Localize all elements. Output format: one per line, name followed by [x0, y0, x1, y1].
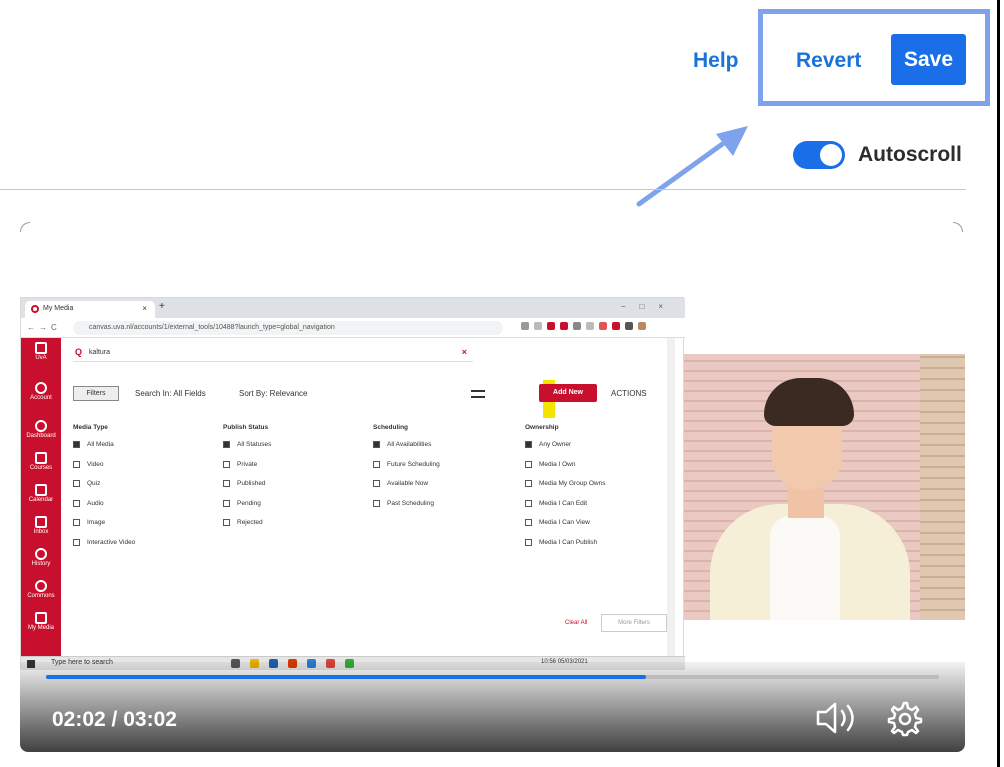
- filters-button: Filters: [73, 386, 119, 401]
- toggle-knob: [820, 144, 842, 166]
- canvas-sidebar: UvA Account Dashboard Courses Calendar I…: [21, 338, 61, 658]
- filter-option: Audio: [73, 499, 135, 520]
- filter-column-header: Scheduling: [373, 424, 409, 431]
- canvas-nav-my-media: My Media: [21, 612, 61, 631]
- filter-option: Past Scheduling: [373, 499, 440, 520]
- clear-all-link: Clear All: [565, 620, 588, 626]
- new-tab-icon: +: [159, 301, 165, 312]
- filter-column-publish-status: Publish Status All Statuses Private Publ…: [223, 424, 271, 539]
- callout-arrow-icon: [636, 126, 748, 207]
- help-link[interactable]: Help: [693, 49, 739, 73]
- time-display: 02:02 / 03:02: [52, 708, 177, 731]
- volume-icon[interactable]: [815, 701, 863, 735]
- filter-column-ownership: Ownership Any Owner Media I Own Media My…: [525, 424, 605, 558]
- background-blinds: [920, 354, 965, 620]
- filter-column-header: Media Type: [73, 424, 108, 431]
- video-player[interactable]: My Media × + −□× ←→C canvas.uva.nl/accou…: [20, 297, 965, 752]
- filter-option: All Availabilities: [373, 441, 440, 461]
- frame-corner: [20, 222, 30, 232]
- filter-option: Rejected: [223, 519, 271, 539]
- tab-title: My Media: [43, 305, 74, 312]
- header-divider: [0, 189, 966, 190]
- canvas-nav-calendar: Calendar: [21, 484, 61, 503]
- canvas-nav-account: Account: [21, 382, 61, 401]
- search-value: kaltura: [89, 349, 111, 356]
- filter-option: Published: [223, 480, 271, 500]
- filter-option: Future Scheduling: [373, 460, 440, 481]
- filter-option: Quiz: [73, 480, 135, 500]
- autoscroll-toggle[interactable]: [793, 141, 845, 169]
- browser-tab: My Media ×: [25, 301, 155, 318]
- kaltura-my-media: Q kaltura × Filters Search In: All Field…: [61, 338, 675, 658]
- editor-root: Help Revert Save Autoscroll My Media × +…: [0, 0, 1004, 767]
- filter-column-scheduling: Scheduling All Availabilities Future Sch…: [373, 424, 440, 519]
- sort-by-dropdown: Sort By: Relevance: [239, 389, 308, 398]
- gear-icon[interactable]: [886, 701, 924, 737]
- recorded-browser-window: My Media × + −□× ←→C canvas.uva.nl/accou…: [20, 297, 685, 670]
- filter-column-header: Publish Status: [223, 424, 269, 431]
- canvas-logo: UvA: [21, 342, 61, 361]
- filter-option: Media I Can View: [525, 519, 605, 539]
- window-controls: −□×: [620, 302, 677, 311]
- progress-fill: [46, 675, 647, 679]
- actions-menu: ACTIONS: [611, 389, 647, 398]
- filter-option: Media I Own: [525, 460, 605, 481]
- search-icon: Q: [75, 347, 83, 357]
- speaker-shirt: [770, 516, 840, 620]
- tab-favicon-icon: [31, 305, 39, 313]
- more-filters-button: More Filters: [601, 614, 667, 632]
- clear-search-icon: ×: [461, 347, 467, 357]
- browser-address-bar: ←→C canvas.uva.nl/accounts/1/external_to…: [21, 318, 685, 338]
- filter-option: Pending: [223, 499, 271, 520]
- page-scrollbar: [667, 338, 675, 658]
- filter-column-media-type: Media Type All Media Video Quiz Audio Im…: [73, 424, 135, 558]
- filter-option: Interactive Video: [73, 538, 135, 559]
- filter-option: Any Owner: [525, 441, 605, 461]
- filter-option: All Media: [73, 441, 135, 461]
- progress-bar[interactable]: [46, 675, 939, 679]
- filter-option: Private: [223, 460, 271, 481]
- browser-extensions: [521, 322, 646, 330]
- list-view-icon: [471, 390, 485, 398]
- filter-column-header: Ownership: [525, 424, 559, 431]
- filter-option: All Statuses: [223, 441, 271, 461]
- frame-corner: [953, 222, 963, 232]
- filter-option: Image: [73, 519, 135, 539]
- canvas-nav-dashboard: Dashboard: [21, 420, 61, 439]
- filter-option: Media I Can Edit: [525, 499, 605, 520]
- search-in-dropdown: Search In: All Fields: [135, 389, 206, 398]
- filter-option: Available Now: [373, 480, 440, 500]
- kaltura-search: Q kaltura ×: [73, 344, 473, 362]
- filter-option: Media My Group Owns: [525, 480, 605, 500]
- canvas-nav-courses: Courses: [21, 452, 61, 471]
- add-new-button: Add New: [539, 384, 597, 402]
- browser-tab-bar: My Media × + −□×: [21, 298, 685, 318]
- save-button[interactable]: Save: [891, 34, 966, 85]
- revert-button[interactable]: Revert: [796, 49, 861, 73]
- panel-border: [997, 0, 1000, 767]
- browser-url: canvas.uva.nl/accounts/1/external_tools/…: [73, 321, 503, 335]
- speaker-video: [684, 354, 965, 620]
- canvas-nav-inbox: Inbox: [21, 516, 61, 535]
- filter-option: Video: [73, 460, 135, 481]
- canvas-nav-history: History: [21, 548, 61, 567]
- autoscroll-label: Autoscroll: [858, 143, 962, 166]
- filter-option: Media I Can Publish: [525, 538, 605, 559]
- browser-nav-icons: ←→C: [27, 323, 61, 332]
- canvas-nav-commons: Commons: [21, 580, 61, 599]
- tab-close-icon: ×: [142, 304, 147, 313]
